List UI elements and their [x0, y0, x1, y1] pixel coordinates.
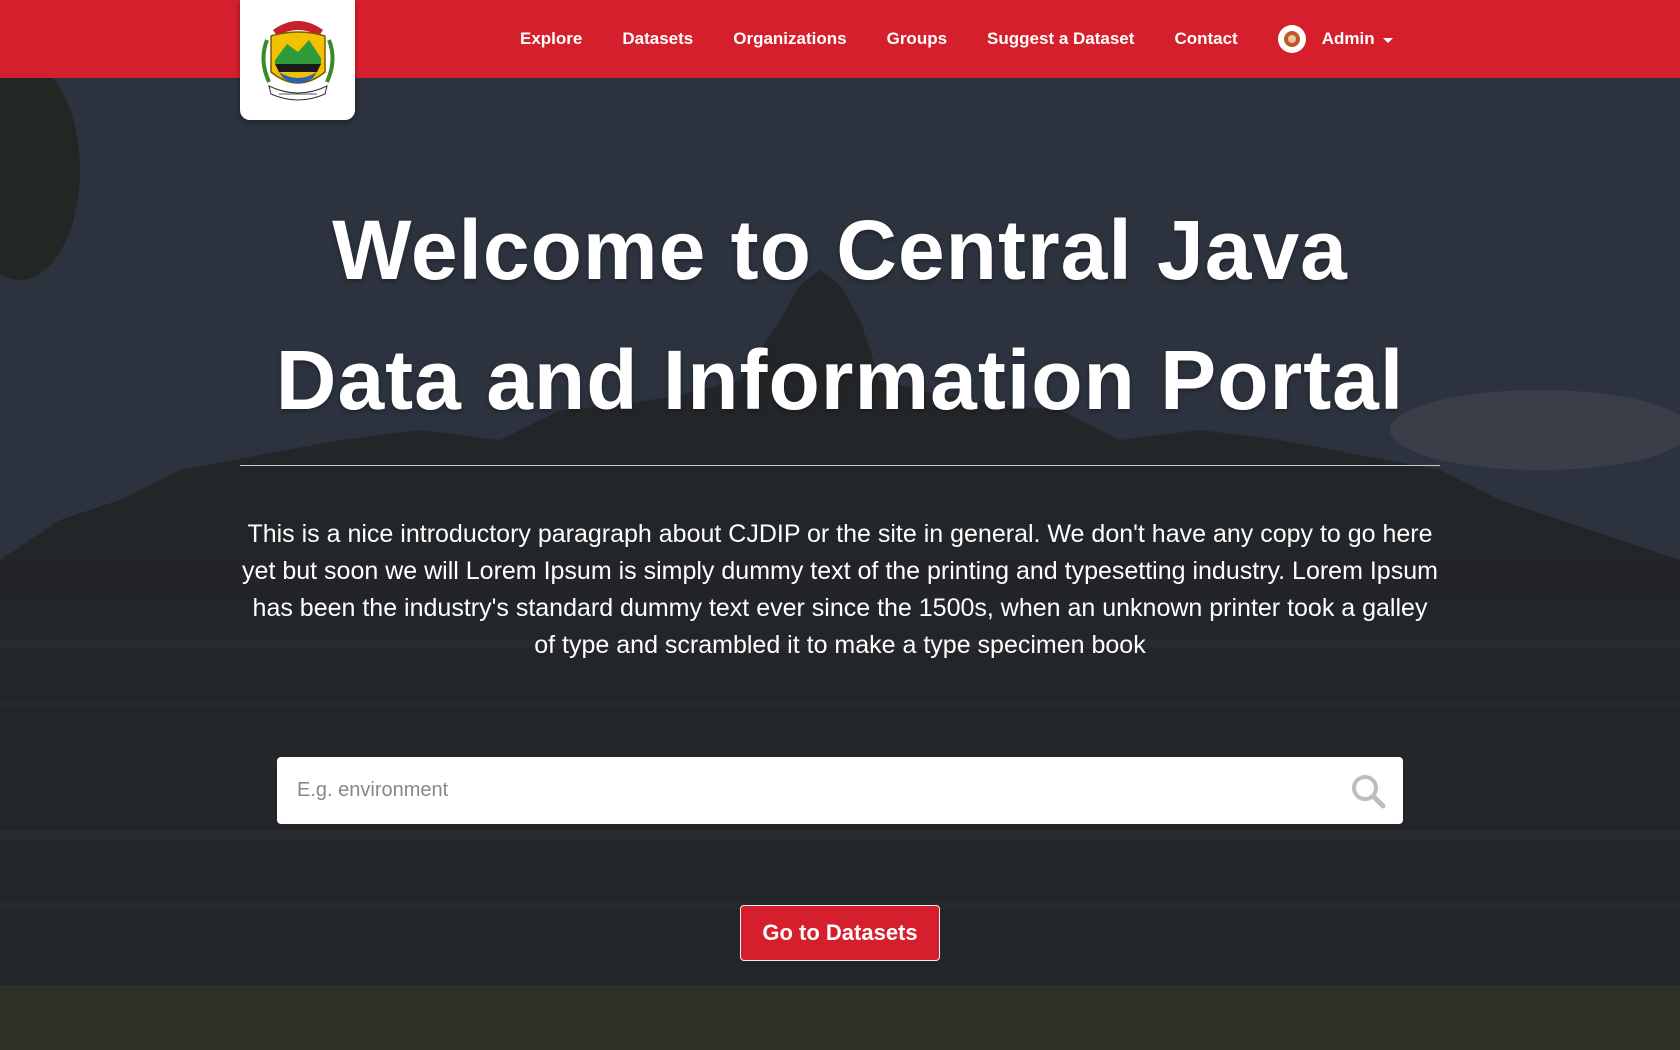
nav-link-suggest-dataset[interactable]: Suggest a Dataset [987, 29, 1134, 49]
nav-link-organizations[interactable]: Organizations [733, 29, 846, 49]
nav-link-explore[interactable]: Explore [520, 29, 582, 49]
nav-link-datasets[interactable]: Datasets [622, 29, 693, 49]
nav-link-contact[interactable]: Contact [1174, 29, 1237, 49]
hero-title-line-2: Data and Information Portal [275, 333, 1405, 427]
search-icon[interactable] [1349, 772, 1387, 810]
user-avatar-icon [1277, 25, 1306, 53]
site-logo[interactable] [240, 0, 355, 120]
user-menu-label: Admin [1321, 29, 1375, 48]
hero-search-box [277, 757, 1403, 824]
search-input[interactable] [277, 757, 1327, 824]
go-to-datasets-button[interactable]: Go to Datasets [740, 905, 940, 961]
user-menu[interactable]: Admin [1277, 25, 1393, 53]
chevron-down-icon [1382, 37, 1393, 43]
hero-divider [240, 465, 1440, 466]
nav-link-groups[interactable]: Groups [887, 29, 947, 49]
hero-title-line-1: Welcome to Central Java [332, 203, 1348, 297]
central-java-emblem-icon [261, 21, 334, 101]
hero-intro-paragraph: This is a nice introductory paragraph ab… [242, 520, 1438, 659]
nav-links: Explore Datasets Organizations Groups Su… [520, 0, 1393, 78]
hero-title: Welcome to Central Java Data and Informa… [240, 185, 1440, 445]
page: Explore Datasets Organizations Groups Su… [0, 0, 1680, 1050]
